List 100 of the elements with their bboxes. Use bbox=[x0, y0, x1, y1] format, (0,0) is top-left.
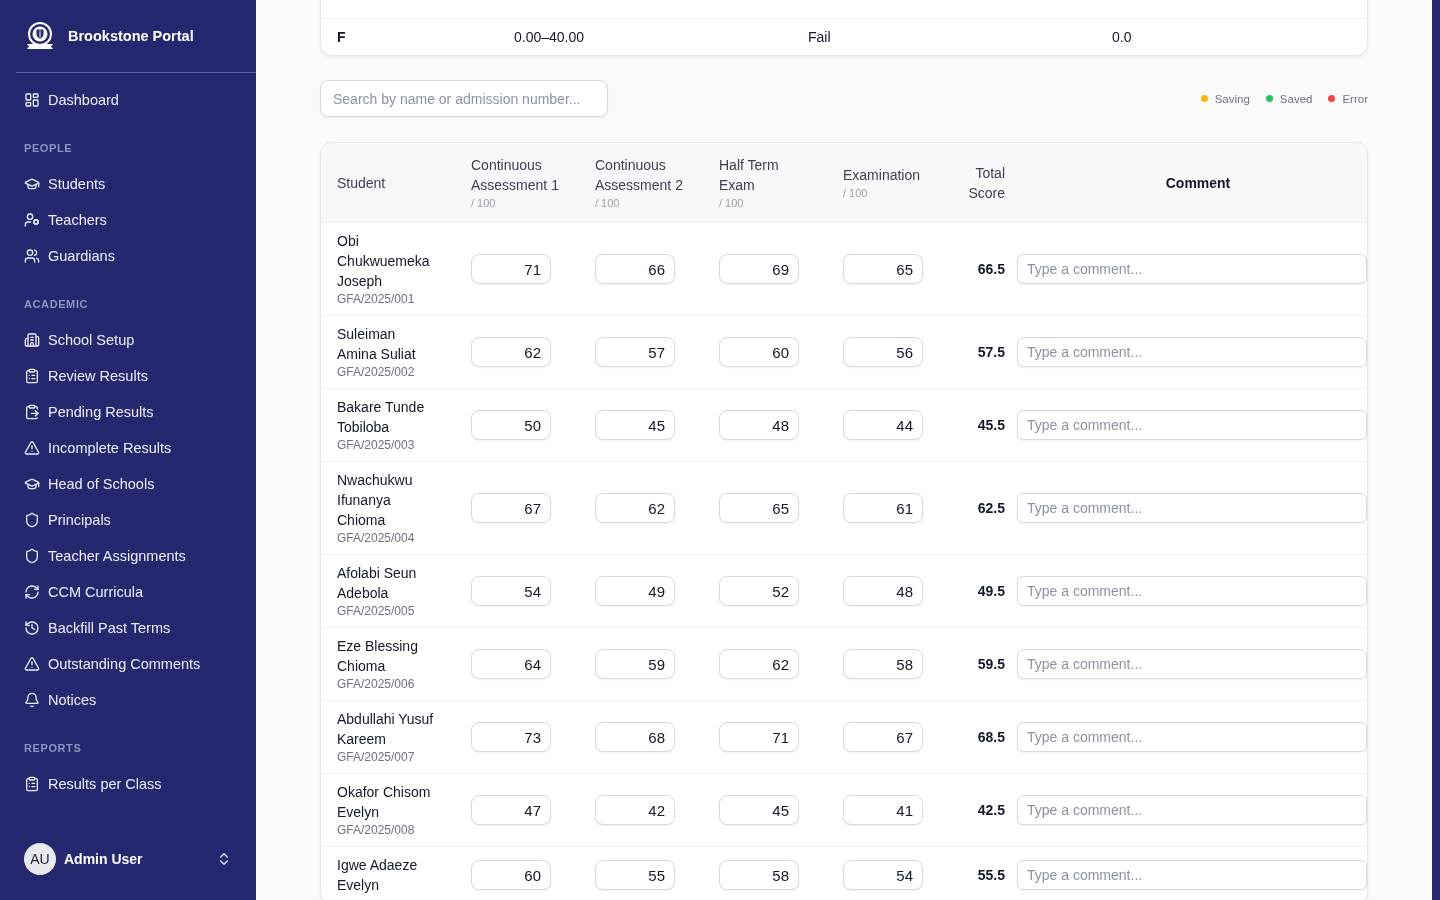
score-input[interactable]: 56 bbox=[843, 337, 923, 367]
score-input[interactable]: 73 bbox=[471, 722, 551, 752]
comment-input[interactable]: Type a comment... bbox=[1017, 722, 1367, 752]
score-input[interactable]: 59 bbox=[595, 649, 675, 679]
nav-link[interactable]: Backfill Past Terms bbox=[12, 610, 244, 646]
score-input[interactable]: 50 bbox=[471, 410, 551, 440]
shield-icon bbox=[24, 548, 40, 564]
bell-icon bbox=[24, 692, 40, 708]
nav-link[interactable]: Students bbox=[12, 166, 244, 202]
school-crest-logo bbox=[24, 21, 56, 51]
score-input[interactable]: 54 bbox=[471, 576, 551, 606]
admission-number: GFA/2025/008 bbox=[337, 822, 415, 838]
score-input[interactable]: 41 bbox=[843, 795, 923, 825]
score-input[interactable]: 52 bbox=[719, 576, 799, 606]
admission-number: GFA/2025/006 bbox=[337, 676, 415, 692]
score-input[interactable]: 65 bbox=[843, 254, 923, 284]
score-input[interactable]: 44 bbox=[843, 410, 923, 440]
comment-input[interactable]: Type a comment... bbox=[1017, 254, 1367, 284]
nav-link[interactable]: Incomplete Results bbox=[12, 430, 244, 466]
score-input[interactable]: 71 bbox=[471, 254, 551, 284]
nav-link[interactable]: Outstanding Comments bbox=[12, 646, 244, 682]
comment-input[interactable]: Type a comment... bbox=[1017, 860, 1367, 890]
score-input[interactable]: 66 bbox=[595, 254, 675, 284]
column-header: Examination bbox=[843, 165, 921, 185]
warning-icon bbox=[24, 656, 40, 672]
total-score: 55.5 bbox=[977, 867, 1005, 883]
column-header: Total Score bbox=[967, 163, 1005, 203]
admission-number: GFA/2025/002 bbox=[337, 364, 415, 380]
table-cell: F bbox=[337, 29, 346, 45]
max-score-label: / 100 bbox=[843, 185, 868, 201]
clipboard-list-icon bbox=[24, 368, 40, 384]
admission-number: GFA/2025/003 bbox=[337, 437, 415, 453]
score-input[interactable]: 49 bbox=[595, 576, 675, 606]
nav-link[interactable]: CCM Curricula bbox=[12, 574, 244, 610]
building-icon bbox=[24, 332, 40, 348]
comment-input[interactable]: Type a comment... bbox=[1017, 649, 1367, 679]
score-input[interactable]: 61 bbox=[843, 493, 923, 523]
total-score: 42.5 bbox=[977, 802, 1005, 818]
nav-link[interactable]: Results per Class bbox=[12, 766, 244, 802]
user-gear-icon bbox=[24, 212, 40, 228]
score-input[interactable]: 47 bbox=[471, 795, 551, 825]
nav-link[interactable]: Dashboard bbox=[12, 82, 244, 118]
scrollbar[interactable] bbox=[1432, 0, 1440, 900]
legend-label: Error bbox=[1342, 92, 1368, 105]
graduation-cap-icon bbox=[24, 176, 40, 192]
section-heading: ACADEMIC bbox=[24, 297, 89, 312]
score-input[interactable]: 65 bbox=[719, 493, 799, 523]
nav-link[interactable]: Notices bbox=[12, 682, 244, 718]
score-input[interactable]: 67 bbox=[843, 722, 923, 752]
clipboard-list-icon bbox=[24, 776, 40, 792]
score-input[interactable]: 48 bbox=[843, 576, 923, 606]
user-name: Admin User bbox=[64, 851, 143, 867]
nav-link[interactable]: Teachers bbox=[12, 202, 244, 238]
score-input[interactable]: 60 bbox=[471, 860, 551, 890]
total-score: 59.5 bbox=[977, 656, 1005, 672]
student-name: Nwachukwu Ifunanya Chioma bbox=[337, 471, 414, 530]
score-input[interactable]: 62 bbox=[595, 493, 675, 523]
score-input[interactable]: 62 bbox=[719, 649, 799, 679]
table-cell: Fail bbox=[808, 29, 831, 45]
legend-label: Saving bbox=[1214, 92, 1250, 105]
nav-link[interactable]: School Setup bbox=[12, 322, 244, 358]
admission-number: GFA/2025/004 bbox=[337, 530, 415, 546]
comment-input[interactable]: Type a comment... bbox=[1017, 795, 1367, 825]
score-input[interactable]: 68 bbox=[595, 722, 675, 752]
student-name: Suleiman Amina Suliat bbox=[337, 325, 417, 364]
score-input[interactable]: 54 bbox=[843, 860, 923, 890]
score-input[interactable]: 69 bbox=[719, 254, 799, 284]
nav-link[interactable]: Pending Results bbox=[12, 394, 244, 430]
max-score-label: / 100 bbox=[471, 195, 496, 211]
score-input[interactable]: 58 bbox=[843, 649, 923, 679]
nav-link[interactable]: Head of Schools bbox=[12, 466, 244, 502]
score-input[interactable]: 67 bbox=[471, 493, 551, 523]
clipboard-arrow-icon bbox=[24, 404, 40, 420]
comment-input[interactable]: Type a comment... bbox=[1017, 410, 1367, 440]
history-icon bbox=[24, 620, 40, 636]
comment-input[interactable]: Type a comment... bbox=[1017, 493, 1367, 523]
score-input[interactable]: 60 bbox=[719, 337, 799, 367]
warning-icon bbox=[24, 440, 40, 456]
score-input[interactable]: 57 bbox=[595, 337, 675, 367]
graduation-cap-icon bbox=[24, 476, 40, 492]
score-input[interactable]: 42 bbox=[595, 795, 675, 825]
nav-link[interactable]: Principals bbox=[12, 502, 244, 538]
search-field[interactable]: Search by name or admission number... bbox=[320, 80, 608, 117]
score-input[interactable]: 71 bbox=[719, 722, 799, 752]
nav-link[interactable]: Teacher Assignments bbox=[12, 538, 244, 574]
nav-link[interactable]: Review Results bbox=[12, 358, 244, 394]
student-name: Okafor Chisom Evelyn bbox=[337, 783, 432, 822]
comment-input[interactable]: Type a comment... bbox=[1017, 337, 1367, 367]
admission-number: GFA/2025/001 bbox=[337, 291, 415, 307]
score-input[interactable]: 62 bbox=[471, 337, 551, 367]
score-input[interactable]: 64 bbox=[471, 649, 551, 679]
comment-input[interactable]: Type a comment... bbox=[1017, 576, 1367, 606]
score-input[interactable]: 55 bbox=[595, 860, 675, 890]
score-input[interactable]: 45 bbox=[595, 410, 675, 440]
total-score: 57.5 bbox=[977, 344, 1005, 360]
nav-link[interactable]: Guardians bbox=[12, 238, 244, 274]
score-input[interactable]: 45 bbox=[719, 795, 799, 825]
score-input[interactable]: 58 bbox=[719, 860, 799, 890]
student-name: Afolabi Seun Adebola bbox=[337, 564, 418, 603]
score-input[interactable]: 48 bbox=[719, 410, 799, 440]
